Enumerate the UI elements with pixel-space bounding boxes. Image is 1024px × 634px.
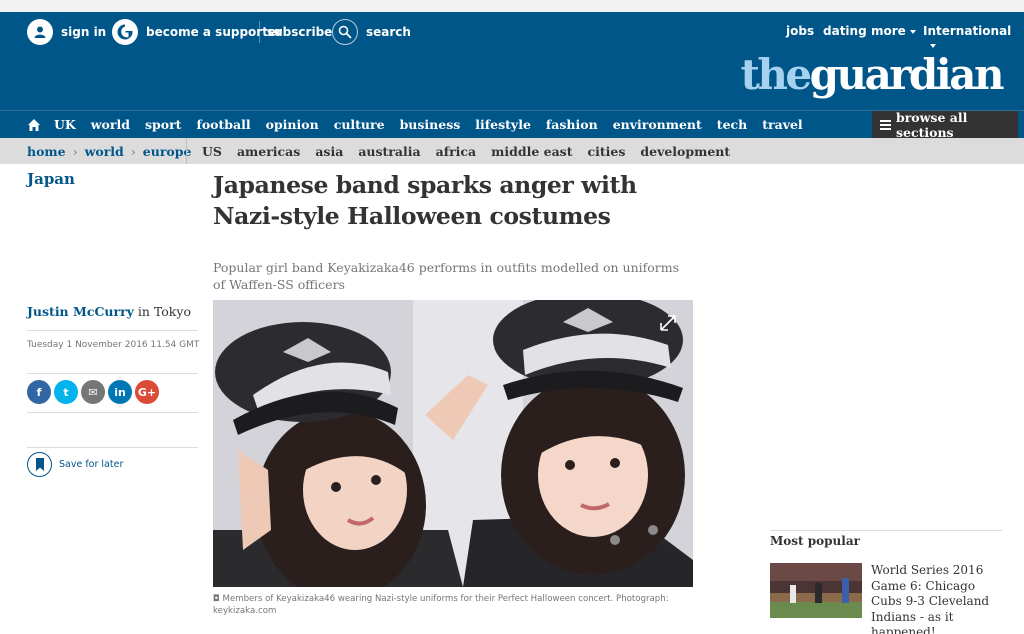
search-label: search: [366, 25, 411, 39]
secondary-nav: home › world › europe US americas asia australi…: [0, 138, 1024, 164]
chevron-down-icon: [909, 29, 916, 34]
browser-top-strip: [0, 0, 1024, 12]
section-link-australia[interactable]: australia: [358, 144, 420, 159]
more-menu[interactable]: more: [871, 24, 916, 38]
save-label: Save for later: [59, 459, 124, 470]
subnav-divider: [186, 138, 187, 164]
subscribe-link[interactable]: subscribe: [267, 18, 332, 46]
primary-nav: UK world sport football opinion culture busine…: [0, 110, 1024, 140]
section-link-americas[interactable]: americas: [237, 144, 300, 159]
nav-items: UK world sport football opinion culture busine…: [54, 111, 818, 138]
logo-the: the: [740, 50, 813, 99]
nav-item-world[interactable]: world: [91, 117, 130, 132]
article-main-image[interactable]: [213, 300, 693, 587]
search-button[interactable]: search: [332, 18, 411, 46]
breadcrumb: home › world › europe: [27, 138, 191, 164]
nav-item-culture[interactable]: culture: [334, 117, 385, 132]
chevron-down-icon: [930, 43, 936, 48]
sign-in-link[interactable]: sign in: [27, 18, 106, 46]
nav-item-lifestyle[interactable]: lifestyle: [475, 117, 531, 132]
save-for-later-button[interactable]: Save for later: [27, 452, 123, 477]
share-googleplus-button[interactable]: G+: [135, 380, 159, 404]
guardian-logo[interactable]: theguardian: [740, 50, 1005, 100]
googleplus-icon: G+: [137, 385, 157, 399]
divider: [27, 373, 198, 374]
menu-icon: [880, 118, 891, 132]
share-linkedin-button[interactable]: in: [108, 380, 132, 404]
home-icon[interactable]: [27, 117, 41, 136]
nav-item-fashion[interactable]: fashion: [546, 117, 598, 132]
share-twitter-button[interactable]: t: [54, 380, 78, 404]
share-buttons: f t ✉ in G+: [27, 380, 162, 404]
headline: Japanese band sparks anger with Nazi-sty…: [213, 171, 637, 230]
image-caption: ◘ Members of Keyakizaka46 wearing Nazi-s…: [213, 593, 683, 617]
divider: [27, 447, 198, 448]
nav-item-tech[interactable]: tech: [717, 117, 747, 132]
most-popular-headline: World Series 2016 Game 6: Chicago Cubs 9…: [871, 563, 990, 634]
divider: [27, 330, 198, 331]
email-icon: ✉: [88, 385, 98, 399]
become-supporter-label: become a supporter: [146, 25, 283, 39]
divider: [27, 412, 198, 413]
site-header: sign in become a supporter subscribe sea…: [0, 12, 1024, 110]
breadcrumb-world[interactable]: world: [85, 144, 124, 159]
twitter-icon: t: [63, 385, 69, 399]
standfirst: Popular girl band Keyakizaka46 performs …: [213, 260, 680, 292]
nav-item-opinion[interactable]: opinion: [266, 117, 319, 132]
author-link[interactable]: Justin McCurry: [27, 304, 134, 319]
section-link-asia[interactable]: asia: [315, 144, 343, 159]
become-supporter-link[interactable]: become a supporter: [112, 18, 282, 46]
logo-guardian: guardian: [809, 50, 1005, 99]
section-link-middle-east[interactable]: middle east: [491, 144, 572, 159]
byline: Justin McCurry in Tokyo: [27, 304, 191, 319]
nav-item-travel[interactable]: travel: [762, 117, 802, 132]
section-links: US americas asia australia africa middle east…: [202, 138, 745, 164]
section-link-us[interactable]: US: [202, 144, 222, 159]
section-link-development[interactable]: development: [640, 144, 730, 159]
breadcrumb-europe[interactable]: europe: [143, 144, 192, 159]
caption-text: Members of Keyakizaka46 wearing Nazi-sty…: [213, 594, 669, 616]
jobs-link[interactable]: jobs: [786, 24, 814, 38]
share-facebook-button[interactable]: f: [27, 380, 51, 404]
breadcrumb-separator-icon: ›: [130, 143, 136, 159]
most-popular-item[interactable]: World Series 2016 Game 6: Chicago Cubs 9…: [770, 563, 1002, 634]
most-popular-thumbnail: [770, 563, 862, 618]
nav-item-environment[interactable]: environment: [613, 117, 702, 132]
nav-item-football[interactable]: football: [196, 117, 250, 132]
breadcrumb-home[interactable]: home: [27, 144, 66, 159]
edition-selector[interactable]: International: [923, 24, 1024, 52]
section-link-africa[interactable]: africa: [436, 144, 477, 159]
sign-in-label: sign in: [61, 25, 107, 39]
breadcrumb-separator-icon: ›: [72, 143, 78, 159]
nav-item-uk[interactable]: UK: [54, 117, 76, 132]
dating-link[interactable]: dating: [823, 24, 867, 38]
most-popular-title: Most popular: [770, 534, 860, 548]
more-label: more: [871, 24, 906, 38]
section-link-cities[interactable]: cities: [588, 144, 626, 159]
facebook-icon: f: [36, 385, 42, 399]
browse-all-sections-button[interactable]: browse all sections: [872, 110, 1018, 140]
share-email-button[interactable]: ✉: [81, 380, 105, 404]
browse-all-label: browse all sections: [895, 110, 968, 140]
edition-label: International: [923, 24, 1012, 38]
camera-icon: ◘: [213, 594, 223, 604]
subscribe-label: subscribe: [267, 25, 333, 39]
user-icon: [27, 19, 53, 45]
search-icon: [332, 19, 358, 45]
publish-date: Tuesday 1 November 2016 11.54 GMT: [27, 340, 200, 350]
header-divider: [259, 21, 260, 43]
author-location: in Tokyo: [133, 304, 191, 319]
guardian-roundel-icon: [112, 19, 138, 45]
linkedin-icon: in: [114, 385, 126, 399]
bookmark-icon: [27, 452, 52, 477]
section-kicker[interactable]: Japan: [27, 170, 75, 188]
divider: [770, 530, 1002, 531]
nav-item-business[interactable]: business: [400, 117, 461, 132]
nav-item-sport[interactable]: sport: [145, 117, 181, 132]
